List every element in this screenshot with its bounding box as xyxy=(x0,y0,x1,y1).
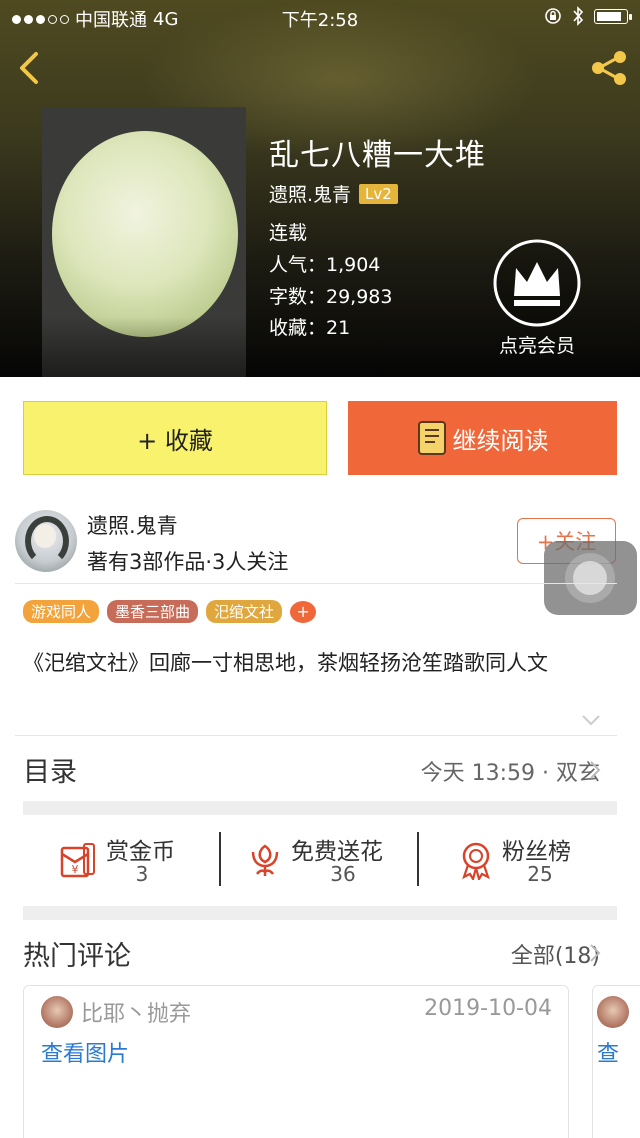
flower-icon xyxy=(251,844,279,876)
book-description: 《汜绾文社》回廊一寸相思地，茶烟轻扬沧笙踏歌同人文 xyxy=(23,651,548,675)
crown-icon[interactable] xyxy=(492,238,582,328)
chevron-down-icon[interactable] xyxy=(580,712,602,728)
assistive-touch-button[interactable] xyxy=(544,541,637,615)
tag-item[interactable]: 汜绾文社 xyxy=(206,600,283,623)
book-author[interactable]: 遗照.鬼青 xyxy=(269,180,351,207)
continue-reading-button[interactable]: 继续阅读 xyxy=(348,401,617,475)
rotation-lock-icon xyxy=(545,8,561,24)
view-image-link[interactable]: 查 xyxy=(597,1036,619,1068)
share-icon[interactable] xyxy=(588,48,630,88)
book-author-row: 遗照.鬼青 Lv2 xyxy=(269,180,398,207)
send-flower-button[interactable]: 免费送花 36 xyxy=(245,830,405,890)
divider xyxy=(15,735,617,736)
reward-coins-button[interactable]: ¥ 赏金币 3 xyxy=(58,830,208,890)
chevron-right-icon[interactable] xyxy=(588,942,602,964)
bluetooth-icon xyxy=(573,6,584,26)
comment-user-avatar[interactable] xyxy=(41,996,73,1028)
comment-card[interactable]: 查 xyxy=(592,985,640,1138)
hot-comments-label: 热门评论 xyxy=(23,941,131,972)
tag-item[interactable]: 墨香三部曲 xyxy=(107,600,199,623)
all-comments-link[interactable]: 全部(18) xyxy=(511,938,600,970)
svg-text:¥: ¥ xyxy=(72,863,79,876)
cover-melon xyxy=(52,131,238,337)
send-flower-label: 免费送花 xyxy=(291,839,383,865)
section-gap xyxy=(23,906,617,920)
section-gap xyxy=(23,801,617,815)
toc-label[interactable]: 目录 xyxy=(23,750,77,789)
stat-divider xyxy=(417,832,419,886)
continue-reading-label: 继续阅读 xyxy=(452,426,549,455)
book-status: 连载 xyxy=(269,222,308,244)
comment-date: 2019-10-04 xyxy=(424,996,552,1021)
reward-coins-label: 赏金币 xyxy=(106,839,175,865)
reward-coins-count: 3 xyxy=(135,862,149,886)
fan-rank-count: 25 xyxy=(527,862,553,886)
battery-icon xyxy=(594,8,632,24)
divider xyxy=(15,583,617,584)
red-envelope-icon: ¥ xyxy=(60,843,95,878)
comment-user-avatar[interactable] xyxy=(597,996,629,1028)
author-name[interactable]: 遗照.鬼青 xyxy=(87,510,178,540)
vip-label[interactable]: 点亮会员 xyxy=(478,331,596,358)
comment-card[interactable]: 比耶丶抛弃 2019-10-04 查看图片 xyxy=(23,985,569,1138)
chevron-right-icon[interactable] xyxy=(588,759,602,781)
book-popularity: 人气：1,904 xyxy=(269,254,381,276)
collect-button[interactable]: + 收藏 xyxy=(23,401,327,475)
collect-button-label: + 收藏 xyxy=(137,426,213,455)
send-flower-count: 36 xyxy=(330,862,356,886)
add-tag-button[interactable]: + xyxy=(290,600,317,623)
stat-divider xyxy=(219,832,221,886)
book-title: 乱七八糟一大堆 xyxy=(269,138,486,173)
book-cover-image xyxy=(42,107,246,377)
book-icon xyxy=(417,421,446,455)
medal-icon xyxy=(462,842,490,880)
book-header: 中国联通 4G 下午2:58 乱七八糟一大堆 遗照.鬼青 Lv2 连载 人气：1… xyxy=(0,0,640,377)
view-image-link[interactable]: 查看图片 xyxy=(41,1036,129,1068)
author-avatar[interactable] xyxy=(15,510,77,572)
status-bar: 中国联通 4G 下午2:58 xyxy=(0,0,640,34)
latest-chapter[interactable]: 今天 13:59 · 双玄 xyxy=(421,755,600,787)
status-right xyxy=(544,6,632,26)
book-word-count: 字数：29,983 xyxy=(269,286,393,308)
fan-rank-button[interactable]: 粉丝榜 25 xyxy=(456,830,586,890)
back-chevron-icon[interactable] xyxy=(12,48,46,88)
level-badge: Lv2 xyxy=(359,183,398,204)
tag-list: 游戏同人 墨香三部曲 汜绾文社 + xyxy=(23,600,317,623)
author-stats: 著有3部作品·3人关注 xyxy=(87,550,289,574)
comment-user[interactable]: 比耶丶抛弃 xyxy=(81,996,191,1028)
fan-rank-label: 粉丝榜 xyxy=(502,839,571,865)
book-favorites: 收藏：21 xyxy=(269,317,351,339)
tag-item[interactable]: 游戏同人 xyxy=(23,600,100,623)
